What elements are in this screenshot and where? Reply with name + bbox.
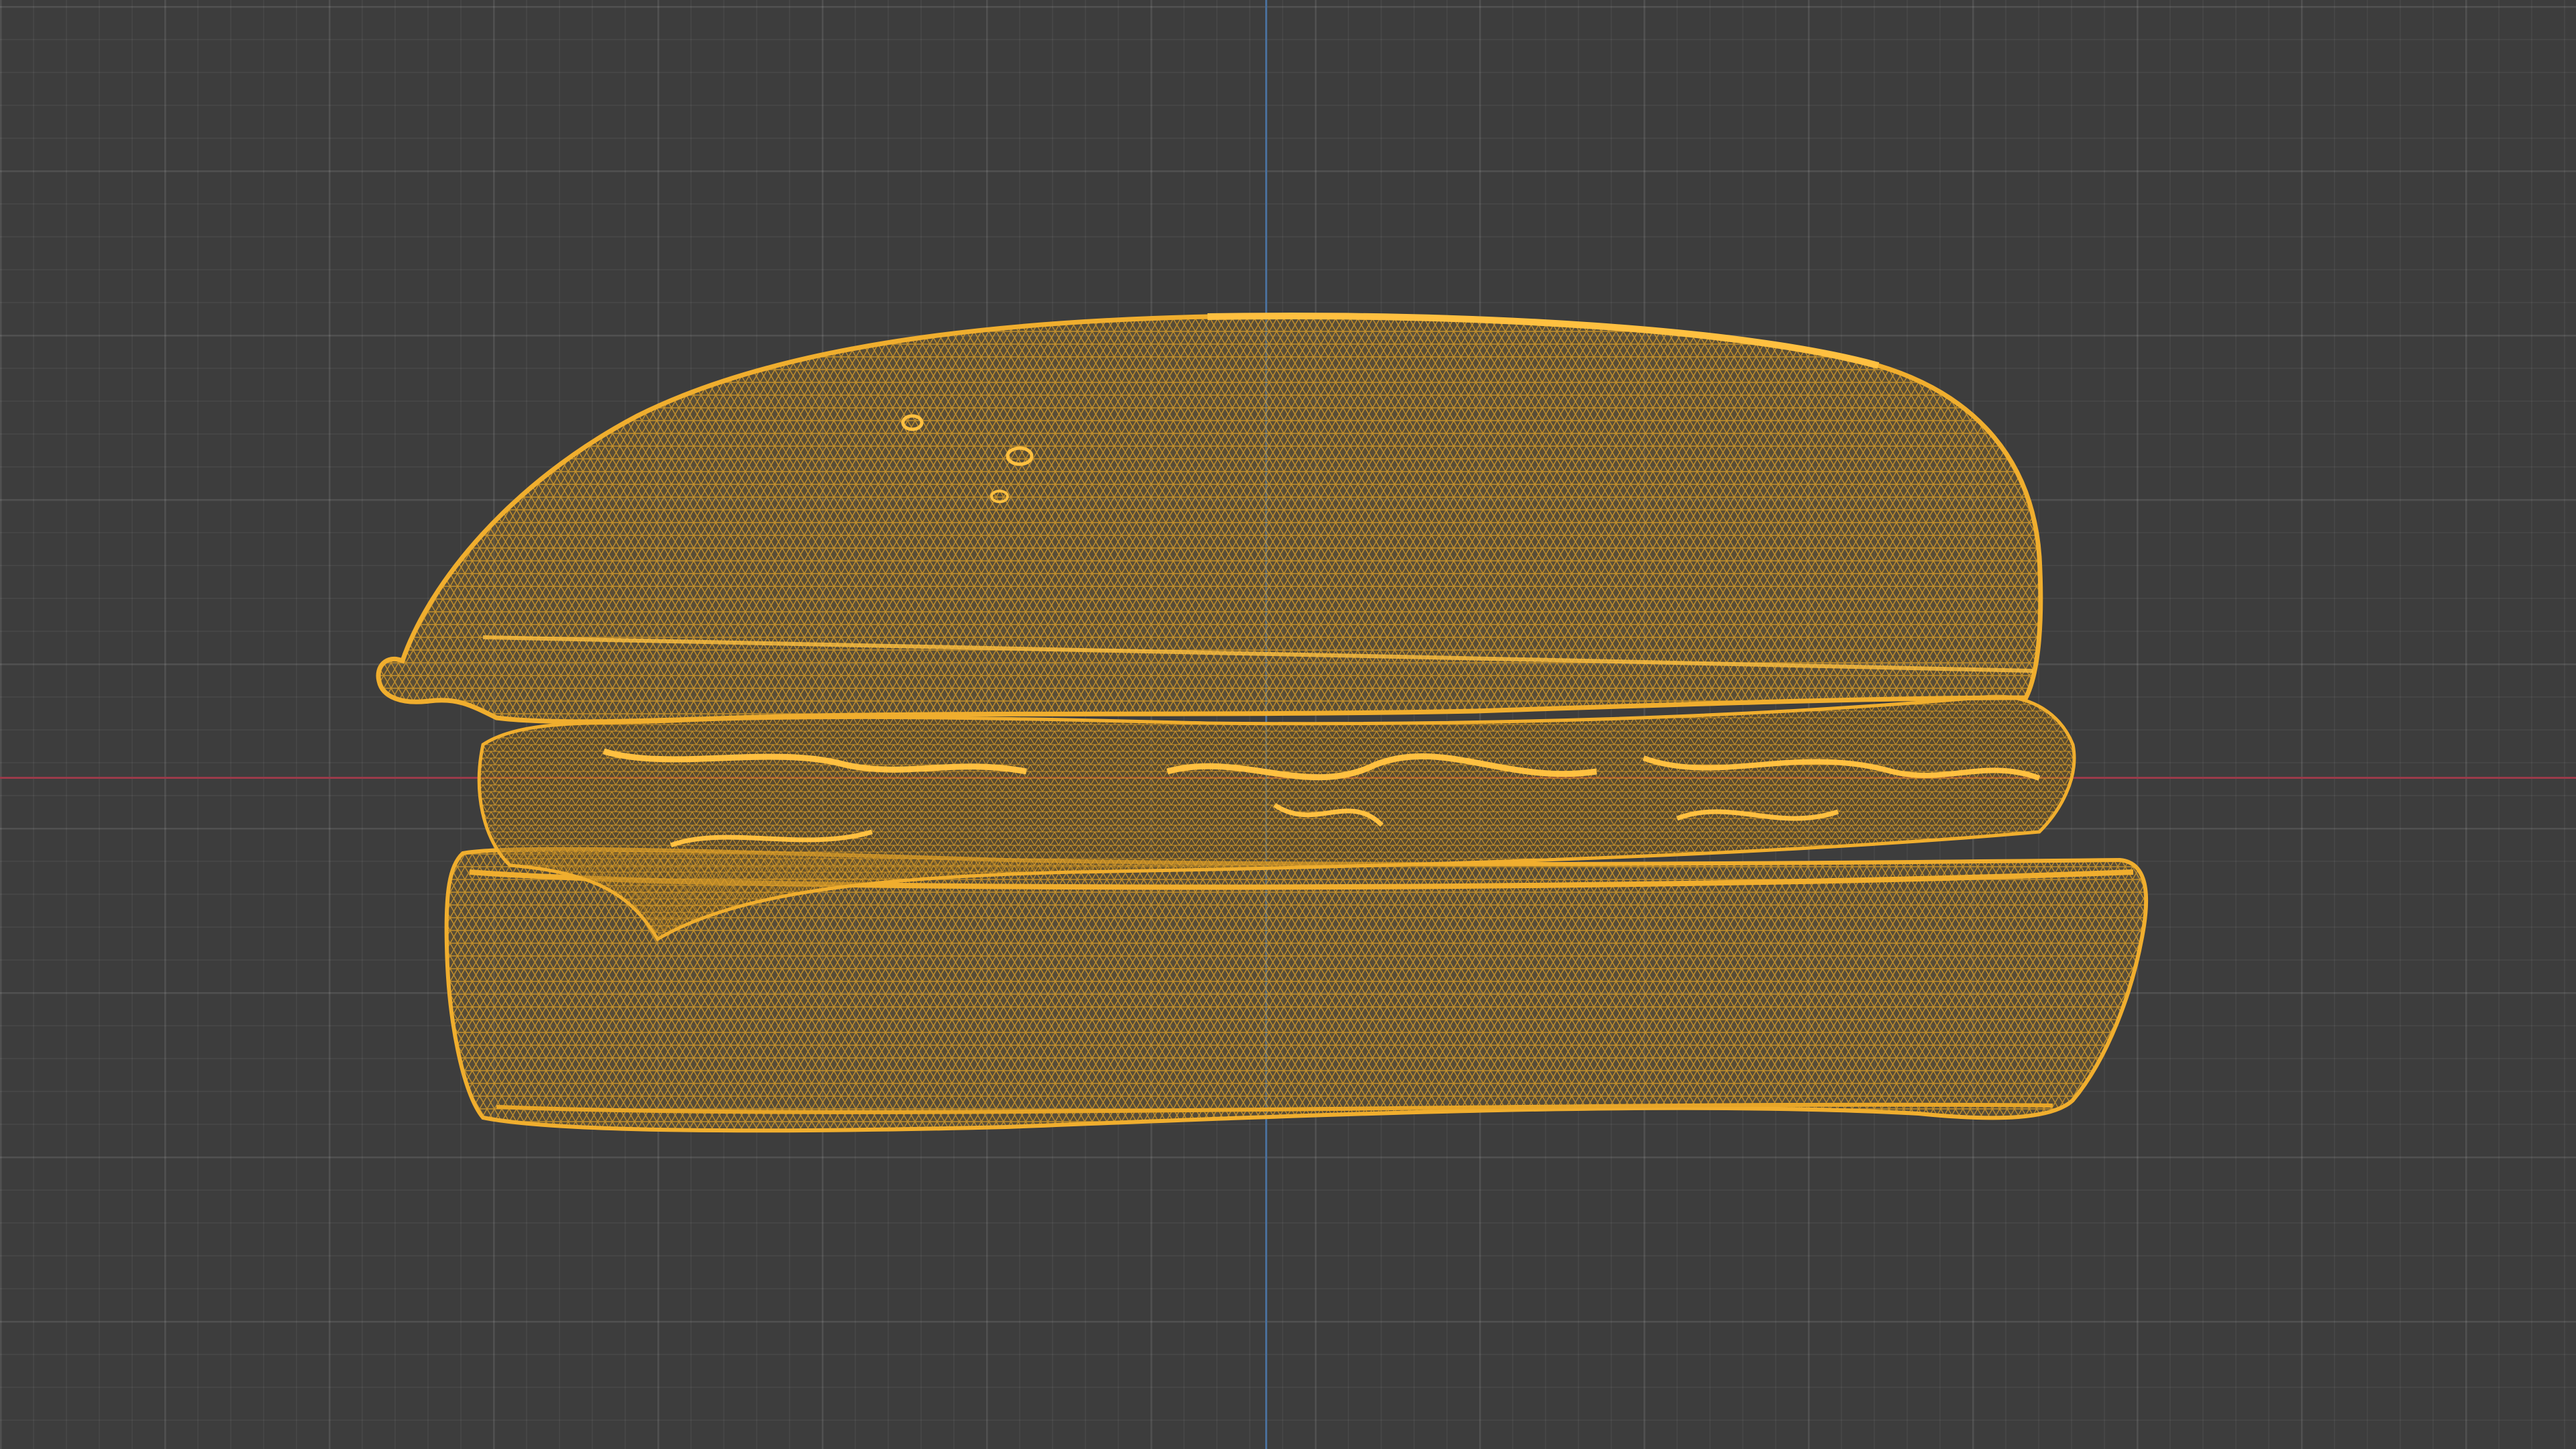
3d-viewport[interactable] bbox=[0, 0, 2576, 1449]
burger-mesh-object[interactable] bbox=[0, 0, 2576, 1449]
top-bun-mesh bbox=[376, 313, 2043, 724]
